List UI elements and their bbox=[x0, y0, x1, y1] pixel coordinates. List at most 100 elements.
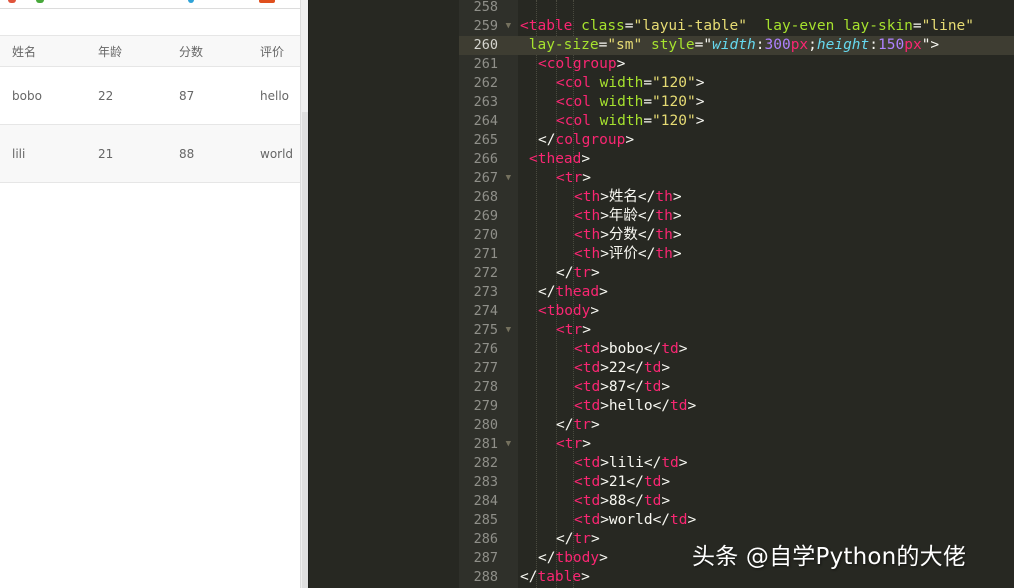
line-number-text: 280 bbox=[473, 417, 498, 433]
code-token: > bbox=[581, 151, 591, 167]
code-token: px bbox=[790, 37, 809, 53]
green-toolbar-icon[interactable] bbox=[36, 0, 44, 3]
code-token: style bbox=[650, 37, 695, 53]
code-line[interactable]: <td>21</td> bbox=[518, 473, 1014, 492]
code-editor[interactable]: <table class="layui-table" lay-even lay-… bbox=[518, 0, 1014, 588]
code-token: width bbox=[712, 37, 756, 53]
code-token: <td bbox=[574, 474, 601, 490]
code-line[interactable]: <tr> bbox=[518, 321, 1014, 340]
code-line[interactable]: <table class="layui-table" lay-even lay-… bbox=[518, 17, 1014, 36]
code-token: <td bbox=[574, 512, 601, 528]
line-number: 286 bbox=[459, 530, 518, 549]
code-line[interactable]: <col width="120"> bbox=[518, 112, 1014, 131]
code-line[interactable]: <th>分数</th> bbox=[518, 226, 1014, 245]
code-line[interactable]: </thead> bbox=[518, 283, 1014, 302]
table-cell: 21 bbox=[86, 124, 167, 183]
code-token: > bbox=[661, 493, 671, 509]
code-token: <td bbox=[574, 341, 601, 357]
fold-arrow-icon[interactable]: ▼ bbox=[506, 17, 511, 36]
fold-arrow-icon[interactable]: ▼ bbox=[506, 321, 511, 340]
code-token: px bbox=[904, 37, 922, 53]
code-token: > bbox=[672, 246, 682, 262]
code-token: tr bbox=[573, 531, 591, 547]
red-toolbar-icon[interactable] bbox=[8, 0, 16, 3]
code-token: <colgroup bbox=[538, 56, 617, 72]
code-token: td bbox=[643, 379, 662, 395]
code-line[interactable]: <th>评价</th> bbox=[518, 245, 1014, 264]
code-token: >87</ bbox=[600, 379, 644, 395]
code-line[interactable]: <td>world</td> bbox=[518, 511, 1014, 530]
code-token: <td bbox=[574, 455, 601, 471]
code-line[interactable]: <th>姓名</th> bbox=[518, 188, 1014, 207]
code-line[interactable]: <td>22</td> bbox=[518, 359, 1014, 378]
code-token: : bbox=[869, 37, 879, 53]
line-number-text: 272 bbox=[473, 265, 498, 281]
fold-arrow-icon[interactable]: ▼ bbox=[506, 435, 511, 454]
header-name: 姓名 bbox=[0, 35, 86, 67]
code-token: td bbox=[670, 512, 688, 528]
line-number-text: 288 bbox=[473, 569, 498, 585]
code-line[interactable]: <td>lili</td> bbox=[518, 454, 1014, 473]
line-number-text: 275 bbox=[473, 322, 498, 338]
fold-arrow-icon[interactable]: ▼ bbox=[506, 169, 511, 188]
line-number-text: 262 bbox=[473, 75, 498, 91]
line-number: 274 bbox=[459, 302, 518, 321]
code-token: "120" bbox=[652, 113, 696, 129]
code-token: >评价</ bbox=[600, 246, 656, 262]
code-line[interactable]: <col width="120"> bbox=[518, 93, 1014, 112]
line-number: 278 bbox=[459, 378, 518, 397]
code-token: "layui-table" bbox=[633, 18, 748, 34]
line-number-text: 279 bbox=[473, 398, 498, 414]
code-line[interactable]: <tr> bbox=[518, 169, 1014, 188]
code-token: td bbox=[661, 455, 679, 471]
code-line[interactable]: <thead> bbox=[518, 150, 1014, 169]
code-line[interactable]: <td>88</td> bbox=[518, 492, 1014, 511]
code-token: th bbox=[655, 246, 673, 262]
code-line[interactable]: <th>年龄</th> bbox=[518, 207, 1014, 226]
line-number: 280 bbox=[459, 416, 518, 435]
code-token: "120" bbox=[652, 75, 696, 91]
blue-toolbar-icon[interactable] bbox=[188, 0, 194, 3]
code-token: >年龄</ bbox=[600, 208, 656, 224]
code-token: >world</ bbox=[600, 512, 671, 528]
code-line[interactable]: <td>bobo</td> bbox=[518, 340, 1014, 359]
table-cell: 87 bbox=[167, 66, 248, 125]
orange-toolbar-icon[interactable] bbox=[259, 0, 275, 3]
code-line[interactable]: <colgroup> bbox=[518, 55, 1014, 74]
code-line[interactable]: lay-size="sm" style="width:300px;height:… bbox=[518, 36, 1014, 55]
code-token: > bbox=[582, 170, 591, 186]
code-token: > bbox=[695, 75, 705, 91]
code-token: th bbox=[655, 208, 673, 224]
code-token: >hello</ bbox=[600, 398, 671, 414]
code-line[interactable]: </tr> bbox=[518, 416, 1014, 435]
code-line[interactable]: </colgroup> bbox=[518, 131, 1014, 150]
code-token: <th bbox=[574, 208, 601, 224]
table-row: bobo 22 87 hello bbox=[0, 66, 300, 125]
code-line[interactable]: <tbody> bbox=[518, 302, 1014, 321]
line-number: 263 bbox=[459, 93, 518, 112]
code-token: <col bbox=[556, 94, 591, 110]
code-token: >22</ bbox=[600, 360, 644, 376]
line-number: 282 bbox=[459, 454, 518, 473]
code-line[interactable]: <td>hello</td> bbox=[518, 397, 1014, 416]
line-number: 268 bbox=[459, 188, 518, 207]
code-line[interactable]: </tr> bbox=[518, 264, 1014, 283]
editor-sidebar bbox=[309, 0, 459, 588]
line-number: 269 bbox=[459, 207, 518, 226]
code-token: td bbox=[643, 493, 662, 509]
code-token: > bbox=[599, 284, 608, 300]
code-line[interactable]: <td>87</td> bbox=[518, 378, 1014, 397]
line-number: 273 bbox=[459, 283, 518, 302]
line-number-text: 270 bbox=[473, 227, 498, 243]
code-line[interactable]: <tr> bbox=[518, 435, 1014, 454]
line-number-text: 264 bbox=[473, 113, 498, 129]
line-number-text: 258 bbox=[473, 0, 498, 15]
code-line[interactable] bbox=[518, 0, 1014, 17]
code-token: width bbox=[599, 75, 644, 91]
line-number-text: 285 bbox=[473, 512, 498, 528]
code-line[interactable]: <col width="120"> bbox=[518, 74, 1014, 93]
